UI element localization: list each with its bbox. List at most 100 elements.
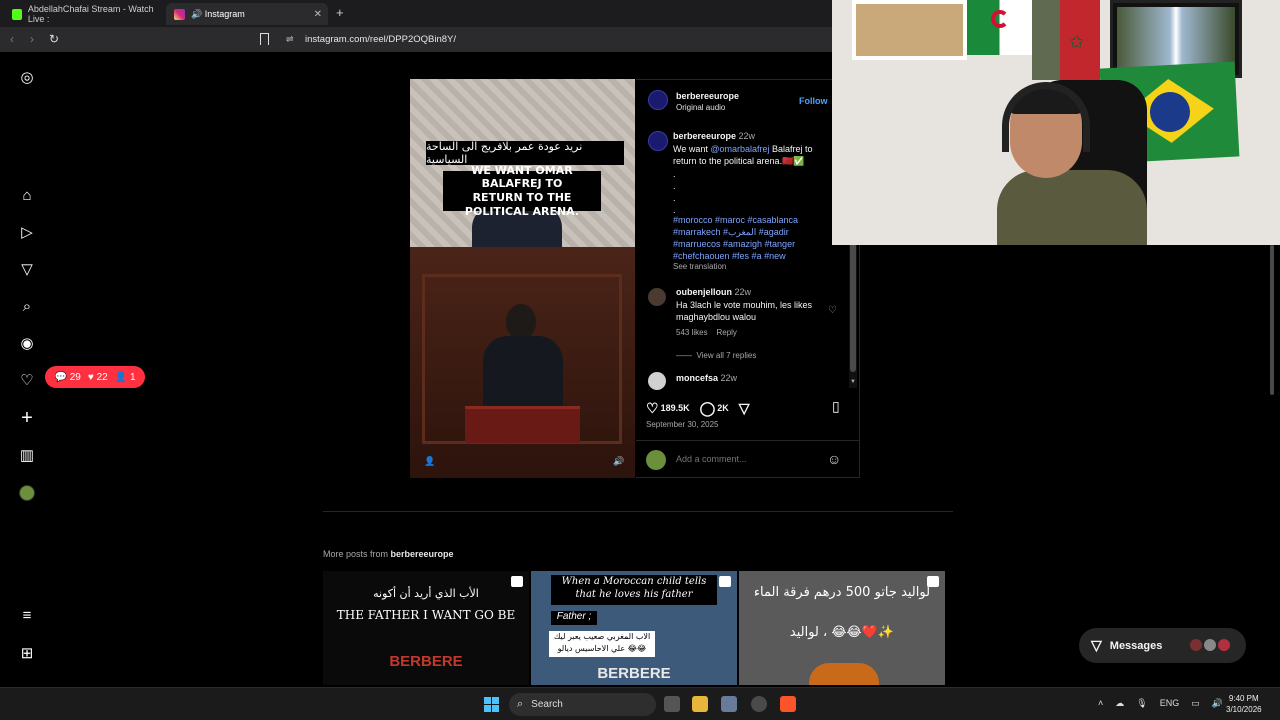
app-icon[interactable] — [751, 696, 767, 712]
save-bookmark-icon[interactable]: ▯ — [832, 398, 840, 415]
brave-browser-icon[interactable] — [780, 696, 796, 712]
profile-avatar[interactable] — [19, 485, 35, 501]
comment-username[interactable]: oubenjelloun — [676, 287, 732, 297]
caption-username[interactable]: berbereeurope — [673, 131, 736, 141]
bookmark-icon[interactable] — [260, 33, 269, 45]
video-podium — [465, 406, 580, 443]
camera-app-icon[interactable] — [721, 696, 737, 712]
search-icon[interactable]: ⌕ — [18, 297, 36, 315]
view-replies-link[interactable]: —— View all 7 replies — [676, 351, 756, 360]
tab-label: AbdellahChafai Stream - Watch Live : — [27, 4, 154, 24]
back-icon[interactable]: ‹ — [10, 32, 14, 46]
hashtags[interactable]: #morocco #maroc #casablanca #marrakech #… — [673, 214, 823, 262]
network-icon[interactable]: ▭ — [1191, 698, 1200, 709]
comment-username[interactable]: moncefsa — [676, 373, 718, 383]
new-tab-button[interactable]: + — [336, 5, 344, 20]
see-translation-link[interactable]: See translation — [673, 262, 726, 271]
add-comment-input[interactable] — [676, 454, 826, 464]
file-explorer-icon[interactable] — [692, 696, 708, 712]
comment-user-line: moncefsa 22w — [676, 373, 737, 383]
forward-icon[interactable]: › — [30, 32, 34, 46]
streamer-body — [997, 170, 1147, 245]
direct-messages-icon[interactable]: ▽ — [18, 260, 36, 278]
dashboard-icon[interactable]: ▥ — [18, 446, 36, 464]
more-post-thumbnail[interactable]: لواليد جاتو 500 درهم فرقة الماء لواليد ،… — [739, 571, 945, 685]
kick-favicon-icon — [12, 8, 22, 20]
url-field[interactable]: instagram.com/reel/DPP2OQBin8Y/ — [305, 34, 456, 45]
volume-icon[interactable]: 🔊 — [1212, 698, 1223, 709]
emoji-icon[interactable]: ☺ — [827, 451, 841, 467]
author-avatar[interactable] — [648, 90, 668, 110]
more-posts-username[interactable]: berbereeurope — [391, 549, 454, 559]
video-caption-english-text: WE WANT OMAR BALAFREJ TO RETURN TO THE PO… — [464, 163, 580, 218]
messages-label: Messages — [1109, 639, 1163, 652]
language-indicator[interactable]: ENG — [1160, 698, 1180, 709]
more-post-thumbnail[interactable]: When a Moroccan child tells that he love… — [531, 571, 737, 685]
onedrive-icon[interactable]: ☁ — [1115, 698, 1124, 709]
divider — [323, 511, 953, 512]
comment-like-icon[interactable]: ♡ — [828, 305, 837, 316]
explore-icon[interactable]: ◉ — [18, 334, 36, 352]
microphone-icon[interactable]: 🎙 — [1136, 698, 1147, 709]
commenter-avatar[interactable] — [648, 288, 666, 306]
post-actions: ♡ 189.5K ◯ 2K ▽ — [646, 398, 846, 418]
audio-label[interactable]: Original audio — [676, 103, 725, 112]
commenter-avatar[interactable] — [648, 372, 666, 390]
reels-icon[interactable]: ▷ — [18, 223, 36, 241]
tray-overflow-icon[interactable]: ˄ — [1098, 698, 1103, 709]
caption-time: 22w — [738, 131, 756, 141]
berbere-logo: BERBERE — [389, 653, 463, 670]
close-tab-icon[interactable]: ✕ — [314, 9, 322, 20]
more-post-thumbnail[interactable]: الأب الذي أريد أن أكونه THE FATHER I WAN… — [323, 571, 529, 685]
home-icon[interactable]: ⌂ — [18, 186, 36, 204]
clock-time: 9:40 PM — [1228, 694, 1259, 703]
follow-count: 1 — [129, 371, 136, 383]
taskbar-search[interactable]: ⌕ Search — [509, 693, 656, 716]
comment-icon[interactable]: ◯ — [700, 400, 716, 417]
comment-time: 22w — [734, 287, 752, 297]
tagged-user-icon[interactable]: 👤 — [424, 456, 435, 467]
share-icon[interactable]: ▽ — [739, 400, 750, 417]
page-scrollbar[interactable] — [1270, 245, 1274, 395]
like-count[interactable]: 189.5K — [661, 403, 690, 413]
more-menu-icon[interactable]: ≡ — [18, 606, 36, 624]
reel-icon — [719, 576, 731, 587]
create-plus-icon[interactable]: + — [18, 407, 36, 429]
author-username[interactable]: berbereeurope — [676, 91, 739, 101]
instagram-favicon-icon — [174, 8, 185, 20]
thumb-text-arabic: لواليد ، 😂😂❤️✨ — [789, 625, 895, 640]
task-view-icon[interactable] — [664, 696, 680, 712]
windows-start-icon[interactable] — [484, 697, 499, 712]
mention-link[interactable]: @omarbalafrej — [710, 144, 769, 154]
like-icon[interactable]: ♡ — [646, 400, 659, 417]
messages-button[interactable]: ▽ Messages — [1079, 628, 1246, 663]
comment-likes[interactable]: 543 likes — [676, 328, 708, 337]
thumb-object — [809, 663, 879, 685]
caption-avatar[interactable] — [648, 131, 668, 151]
notification-badge[interactable]: 💬 29 ♥ 22 👤 1 — [45, 366, 145, 388]
reload-icon[interactable]: ↻ — [49, 32, 59, 46]
notifications-heart-icon[interactable]: ♡ — [18, 371, 36, 389]
caption-dots: . . . . — [673, 169, 676, 215]
comment-count[interactable]: 2K — [717, 403, 729, 413]
scroll-down-arrow-icon[interactable]: ▼ — [850, 379, 856, 385]
comment-user-line: oubenjelloun 22w — [676, 287, 751, 297]
site-info-icon[interactable]: ⇌ — [286, 34, 294, 45]
thumb-title: When a Moroccan child tells that he love… — [551, 575, 717, 605]
tab-kick-stream[interactable]: AbdellahChafai Stream - Watch Live : — [4, 3, 162, 25]
taskbar-clock[interactable]: 9:40 PM 3/10/2026 — [1226, 693, 1262, 715]
thumb-text-arabic: الأب الذي أريد أن أكونه — [373, 587, 479, 600]
instagram-logo-icon[interactable]: ◎ — [18, 68, 36, 86]
message-avatar — [1189, 638, 1203, 652]
video-caption-arabic: نريد عودة عمر بلافريج الى الساحة السياسي… — [426, 140, 624, 166]
windows-taskbar: ⌕ Search ˄ ☁ 🎙 ENG ▭ 🔊 9:40 PM 3/10/2026 — [0, 687, 1280, 720]
reply-button[interactable]: Reply — [716, 328, 736, 337]
also-from-meta-icon[interactable]: ⊞ — [18, 644, 36, 662]
algeria-flag — [967, 0, 1032, 55]
follow-button[interactable]: Follow — [799, 96, 828, 106]
comment-count: 29 — [69, 371, 81, 383]
tab-instagram[interactable]: 🔊 Instagram ✕ — [166, 3, 328, 25]
sound-icon[interactable]: 🔊 — [613, 456, 624, 467]
reel-icon — [511, 576, 523, 587]
reel-video[interactable]: نريد عودة عمر بلافريج الى الساحة السياسي… — [410, 79, 635, 478]
